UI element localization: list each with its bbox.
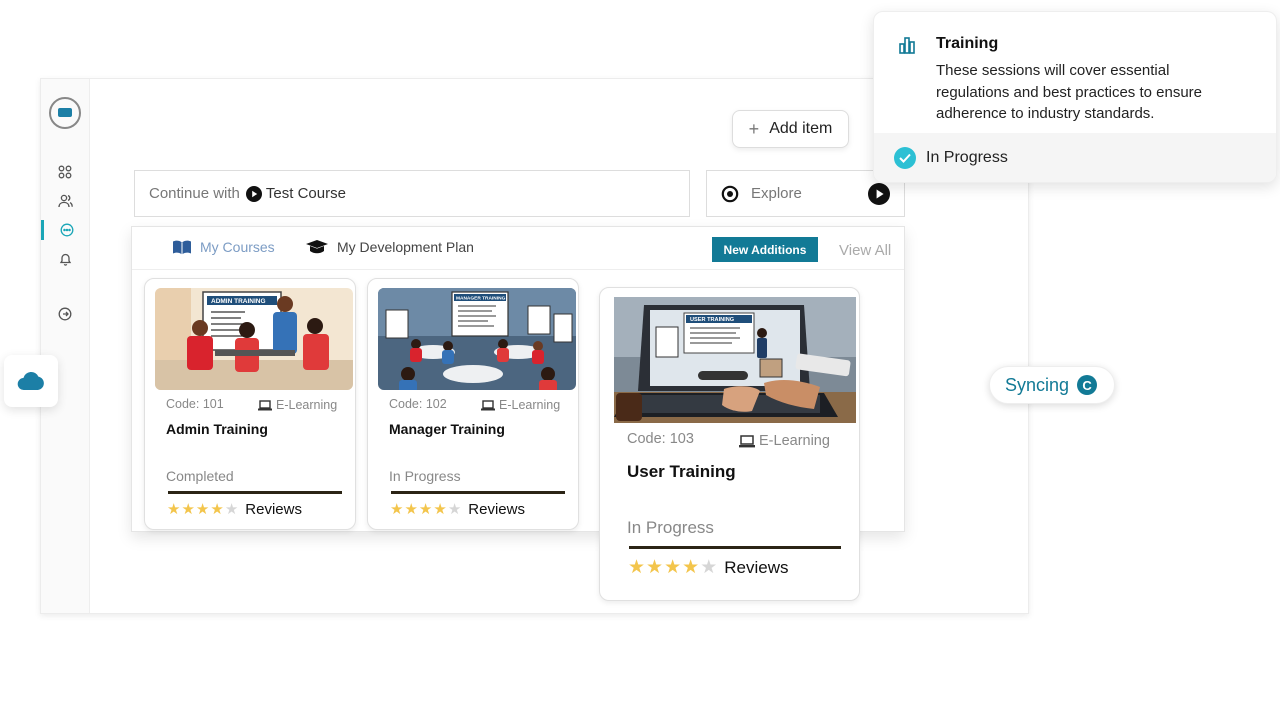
sync-label: Syncing: [1005, 374, 1070, 395]
course-type: E-Learning: [258, 398, 337, 412]
tab-development-plan[interactable]: My Development Plan: [305, 239, 474, 255]
bar-chart-icon: [899, 37, 915, 54]
laptop-icon: [739, 434, 755, 447]
sidebar: [41, 79, 90, 613]
app-logo[interactable]: [49, 97, 81, 129]
star-icon: ★: [195, 501, 211, 518]
course-status: In Progress: [627, 518, 714, 537]
play-icon[interactable]: [868, 182, 890, 205]
notification-status-label: In Progress: [926, 148, 1008, 166]
star-icon: ★: [390, 501, 405, 518]
course-card[interactable]: MANAGER TRAINING Code: 102 E-Learning Ma…: [367, 278, 579, 530]
add-item-button[interactable]: + Add item: [732, 110, 849, 148]
star-icon: ★: [700, 557, 719, 578]
play-icon: [245, 185, 262, 202]
view-all-link[interactable]: View All: [839, 242, 891, 259]
users-icon[interactable]: [41, 191, 89, 211]
course-image: MANAGER TRAINING: [378, 288, 576, 390]
continue-course-bar[interactable]: Continue with Test Course: [134, 170, 690, 217]
syncing-status-pill: Syncing C: [989, 366, 1115, 404]
course-type: E-Learning: [739, 433, 830, 449]
course-card[interactable]: ADMIN TRAINING Code: 101 E-Learning Admi…: [144, 278, 356, 530]
notification-body: These sessions will cover essential regu…: [936, 62, 1202, 122]
rating-stars: ★ ★ ★ ★ ★ Reviews: [628, 556, 788, 579]
notification-status: In Progress: [874, 133, 1276, 182]
progress-bar: [168, 491, 342, 494]
continue-course-name: Test Course: [265, 185, 346, 202]
course-title: Admin Training: [166, 421, 268, 437]
reviews-link[interactable]: Reviews: [468, 501, 525, 518]
messages-icon[interactable]: [41, 220, 89, 240]
star-icon: ★: [167, 501, 182, 518]
star-icon: ★: [646, 557, 665, 578]
course-code: Code: 103: [627, 431, 694, 447]
progress-bar: [391, 491, 565, 494]
star-icon: ★: [628, 557, 647, 578]
reviews-link[interactable]: Reviews: [245, 501, 302, 518]
plus-icon: +: [748, 119, 760, 139]
reviews-link[interactable]: Reviews: [724, 558, 788, 578]
cloud-icon: [17, 371, 44, 391]
graduation-cap-icon: [306, 240, 328, 254]
course-type: E-Learning: [481, 398, 560, 412]
check-circle-icon: [894, 146, 916, 169]
notification-title: Training: [936, 35, 999, 52]
course-status: Completed: [166, 468, 234, 484]
course-tabs: My Courses My Development Plan New Addit…: [132, 227, 904, 270]
course-status: In Progress: [389, 468, 461, 484]
refresh-icon: C: [1077, 375, 1098, 395]
tab-my-courses[interactable]: My Courses: [172, 239, 275, 255]
laptop-icon: [258, 399, 272, 410]
course-type-label: E-Learning: [499, 398, 561, 412]
new-additions-button[interactable]: New Additions: [712, 237, 818, 262]
course-title: User Training: [627, 462, 736, 481]
star-icon: ★: [418, 501, 434, 518]
continue-course[interactable]: Test Course: [245, 185, 346, 202]
star-icon: ★: [447, 501, 463, 518]
bell-icon[interactable]: [41, 249, 89, 269]
star-icon: ★: [224, 501, 240, 518]
laptop-icon: [481, 399, 495, 410]
book-open-icon: [173, 240, 191, 255]
dashboard-icon[interactable]: [41, 162, 89, 182]
star-icon: ★: [210, 501, 225, 518]
training-notification: Training These sessions will cover essen…: [873, 11, 1277, 183]
course-image: ADMIN TRAINING: [155, 288, 353, 390]
star-icon: ★: [404, 501, 419, 518]
star-icon: ★: [181, 501, 196, 518]
course-image: USER TRAINING: [614, 297, 856, 423]
course-code: Code: 102: [389, 397, 447, 411]
explore-label: Explore: [751, 185, 802, 202]
cloud-sync-button[interactable]: [4, 355, 58, 407]
course-type-label: E-Learning: [759, 433, 830, 449]
star-icon: ★: [433, 501, 448, 518]
star-icon: ★: [664, 557, 683, 578]
course-code: Code: 101: [166, 397, 224, 411]
course-banner: ADMIN TRAINING: [211, 298, 266, 305]
rating-stars: ★ ★ ★ ★ ★ Reviews: [167, 500, 302, 519]
progress-bar: [629, 546, 841, 549]
rating-stars: ★ ★ ★ ★ ★ Reviews: [390, 500, 525, 519]
tab-label: My Development Plan: [337, 239, 474, 255]
tab-label: My Courses: [200, 239, 275, 255]
target-icon: [721, 185, 739, 202]
course-card[interactable]: USER TRAINING Code: 103 E-Learning User …: [599, 287, 860, 601]
logout-icon[interactable]: [41, 304, 89, 324]
course-title: Manager Training: [389, 421, 505, 437]
course-type-label: E-Learning: [276, 398, 338, 412]
course-banner: MANAGER TRAINING: [456, 296, 506, 302]
course-banner: USER TRAINING: [690, 317, 734, 323]
continue-prefix: Continue with: [149, 185, 240, 202]
add-item-label: Add item: [769, 120, 833, 137]
star-icon: ★: [682, 557, 701, 578]
